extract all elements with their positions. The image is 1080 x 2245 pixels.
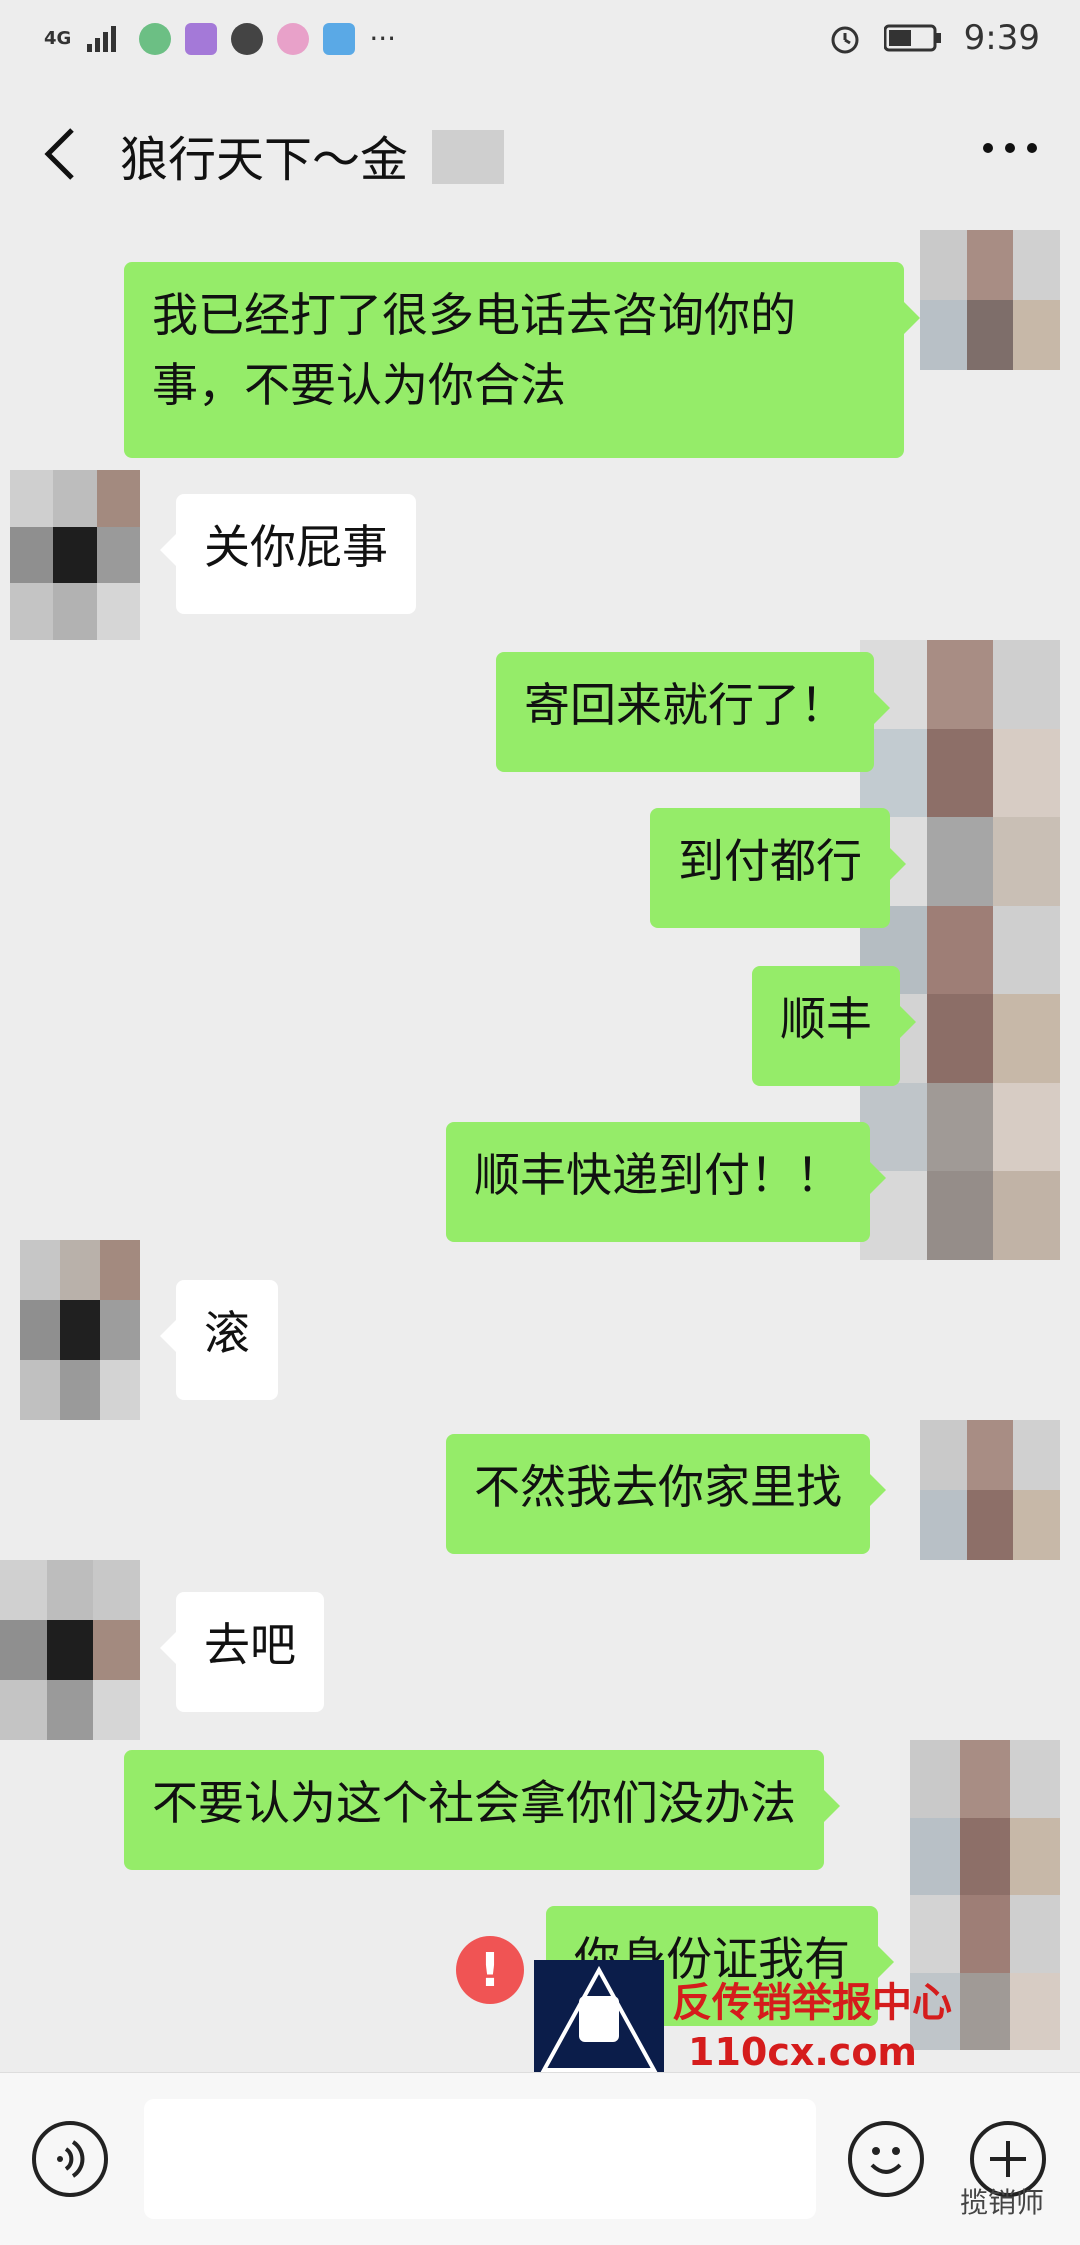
watermark-url: 110cx.com bbox=[688, 2030, 918, 2074]
watermark-brand: 揽销师 bbox=[960, 2186, 1045, 2219]
contact-avatar[interactable] bbox=[0, 1560, 140, 1740]
message-bubble-sent[interactable]: 我已经打了很多电话去咨询你的 事，不要认为你合法 bbox=[124, 262, 920, 458]
name-blur bbox=[432, 130, 504, 184]
app-notification-icon bbox=[139, 22, 172, 55]
app-notification-icon bbox=[185, 22, 218, 55]
message-bubble-received[interactable]: 滚 bbox=[160, 1280, 278, 1400]
my-avatar[interactable] bbox=[860, 640, 1060, 1260]
watermark-title: 反传销举报中心 bbox=[672, 1980, 952, 2026]
message-bubble-sent[interactable]: 到付都行 bbox=[650, 808, 906, 928]
message-bubble-sent[interactable]: 寄回来就行了！ bbox=[496, 652, 890, 772]
message-bubble-received[interactable]: 关你屁事 bbox=[160, 494, 416, 614]
alarm-icon bbox=[831, 26, 859, 54]
message-bubble-sent[interactable]: 不要认为这个社会拿你们没办法 bbox=[124, 1750, 840, 1870]
watermark-logo bbox=[534, 1960, 664, 2080]
more-notifications: ··· bbox=[369, 22, 397, 55]
message-bubble-sent[interactable]: 不然我去你家里找 bbox=[446, 1434, 886, 1554]
status-bar: 4G ··· 9:39 bbox=[0, 0, 1080, 80]
voice-icon[interactable] bbox=[32, 2121, 108, 2197]
my-avatar[interactable] bbox=[920, 1420, 1060, 1560]
emoji-icon[interactable] bbox=[848, 2121, 924, 2197]
chat-header: 狼行天下～金 bbox=[0, 80, 1080, 230]
message-bubble-sent[interactable]: 顺丰 bbox=[752, 966, 916, 1086]
contact-avatar[interactable] bbox=[20, 1240, 140, 1420]
app-notification-icon bbox=[323, 22, 356, 55]
back-arrow-icon[interactable] bbox=[40, 124, 80, 184]
message-bubble-received[interactable]: 去吧 bbox=[160, 1592, 324, 1712]
send-failed-icon[interactable]: ! bbox=[456, 1936, 524, 2004]
my-avatar[interactable] bbox=[920, 230, 1060, 370]
battery-icon bbox=[883, 24, 941, 52]
app-notification-icon bbox=[231, 22, 264, 55]
chat-title: 狼行天下～金 bbox=[120, 132, 409, 188]
app-notification-icon bbox=[277, 22, 310, 55]
network-label: 4G bbox=[44, 28, 72, 49]
more-options-icon[interactable] bbox=[980, 128, 1040, 168]
input-toolbar: 揽销师 bbox=[0, 2072, 1080, 2245]
clock-time: 9:39 bbox=[963, 18, 1040, 58]
contact-avatar[interactable] bbox=[10, 470, 140, 640]
message-bubble-sent[interactable]: 顺丰快递到付！！ bbox=[446, 1122, 886, 1242]
signal-icon bbox=[87, 25, 117, 52]
message-input[interactable] bbox=[144, 2099, 816, 2219]
